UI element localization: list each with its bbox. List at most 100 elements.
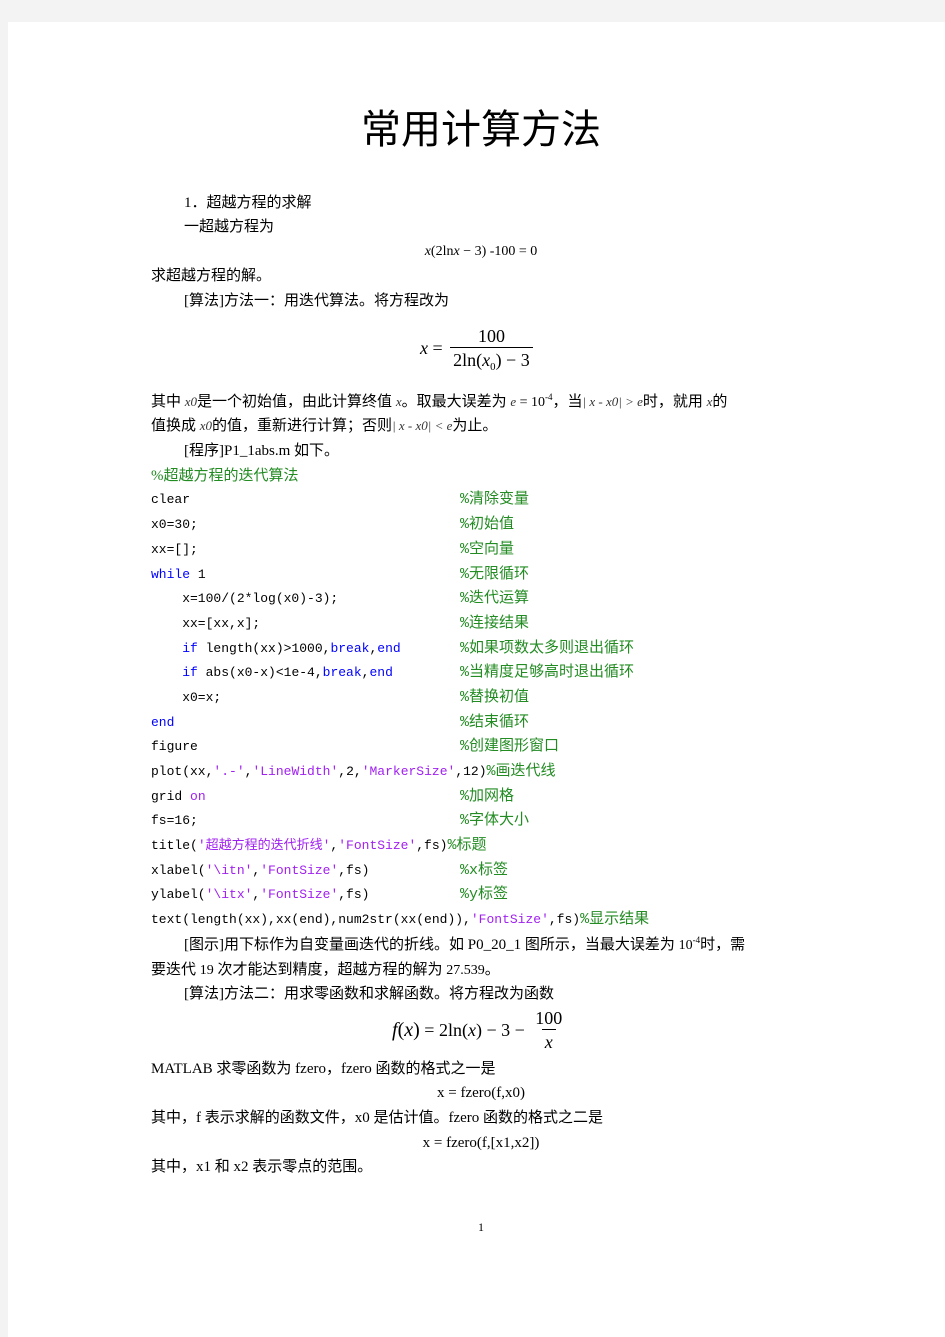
method1-intro: [算法]方法一：用迭代算法。将方程改为 bbox=[184, 293, 449, 310]
keyword-token: end bbox=[377, 640, 401, 656]
string-token: on bbox=[190, 788, 206, 804]
fraction-denominator: 2ln(x0) − 3 bbox=[450, 346, 533, 372]
superscript: -4 bbox=[545, 391, 553, 402]
text-run: ) − 3 − bbox=[475, 1019, 530, 1040]
fzero-syntax-1: x = fzero(f,x0) bbox=[436, 1085, 525, 1102]
math-variable: x bbox=[420, 337, 428, 358]
text-run: (2ln bbox=[430, 244, 454, 260]
text-run: 2ln( bbox=[453, 349, 483, 370]
string-token: '\itn' bbox=[205, 862, 253, 878]
text-run: ，当 bbox=[552, 393, 583, 410]
fraction: 100 2ln(x0) − 3 bbox=[450, 325, 533, 372]
code-token: figure bbox=[151, 739, 198, 755]
code-token: clear bbox=[151, 492, 191, 508]
section-heading: 1．超越方程的求解 bbox=[184, 194, 312, 211]
inline-math: x0 bbox=[184, 393, 198, 409]
code-comment: %加网格 bbox=[460, 787, 515, 805]
string-token: 'FontSize' bbox=[338, 838, 417, 854]
string-token: 'MarkerSize' bbox=[361, 764, 456, 779]
string-token: '超越方程的迭代折线' bbox=[197, 838, 331, 854]
code-comment: %初始值 bbox=[460, 516, 515, 534]
text-run: 的 bbox=[712, 393, 728, 410]
code-comment: %空向量 bbox=[460, 540, 515, 558]
code-line: ylabel('\itx','FontSize',fs) %y标签 bbox=[151, 883, 811, 908]
keyword-token: break bbox=[330, 640, 370, 656]
document-title: 常用计算方法 bbox=[361, 107, 601, 152]
inline-math: x0 bbox=[199, 418, 213, 434]
code-line: clear %清除变量 bbox=[151, 488, 811, 513]
fzero-note: 其中，f 表示求解的函数文件，x0 是估计值。fzero 函数的格式之二是 bbox=[151, 1110, 604, 1127]
code-token: title( bbox=[151, 838, 198, 854]
code-token: xx=[xx,x]; bbox=[151, 615, 261, 631]
string-token: '\itx' bbox=[205, 887, 253, 903]
code-comment: %替换初值 bbox=[460, 688, 530, 706]
code-comment: %字体大小 bbox=[460, 812, 530, 830]
code-line: title('超越方程的迭代折线','FontSize',fs)%标题 bbox=[151, 834, 811, 859]
code-line: x=100/(2*log(x0)-3); %迭代运算 bbox=[151, 587, 811, 612]
text-run: [图示]用下标作为自变量画迭代的折线。如 P0_20_1 图所示，当最大误差为 bbox=[184, 937, 679, 954]
code-token: ylabel( bbox=[151, 887, 206, 903]
text-run: 2ln( bbox=[438, 1019, 468, 1040]
code-token: 1 bbox=[190, 566, 206, 582]
string-token: 'FontSize' bbox=[470, 912, 549, 928]
code-token: ,2, bbox=[338, 764, 362, 779]
number: 27.539 bbox=[446, 962, 485, 978]
code-token: xlabel( bbox=[151, 862, 206, 878]
code-header-comment: %超越方程的迭代算法 bbox=[151, 467, 299, 484]
math-variable: x bbox=[404, 1018, 414, 1041]
keyword-token: break bbox=[322, 665, 362, 681]
text-run: 。 bbox=[484, 961, 500, 978]
code-comment: %画迭代线 bbox=[486, 763, 556, 780]
keyword-token: end bbox=[151, 714, 175, 730]
figure-note-line: 要迭代 19 次才能达到精度，超越方程的解为 27.539。 bbox=[151, 958, 500, 983]
code-line: grid on %加网格 bbox=[151, 785, 811, 810]
code-token: x0=30; bbox=[151, 517, 198, 533]
code-line: while 1 %无限循环 bbox=[151, 563, 811, 588]
fzero-syntax-2: x = fzero(f,[x1,x2]) bbox=[422, 1134, 540, 1151]
task-statement: 求超越方程的解。 bbox=[151, 268, 272, 285]
code-comment: %无限循环 bbox=[460, 565, 530, 583]
text-run: 其中 bbox=[151, 393, 185, 410]
text-run: 的值，重新进行计算；否则 bbox=[212, 418, 393, 435]
fzero-intro: MATLAB 求零函数为 fzero，fzero 函数的格式之一是 bbox=[151, 1060, 496, 1077]
code-token: ,fs) bbox=[416, 838, 448, 854]
code-comment: %x标签 bbox=[460, 861, 509, 879]
page-number: 1 bbox=[478, 1220, 484, 1234]
text-run: 时，需 bbox=[700, 937, 746, 954]
code-comment: %清除变量 bbox=[460, 491, 530, 509]
text-run: ) bbox=[413, 1018, 420, 1041]
code-comment: %当精度足够高时退出循环 bbox=[460, 664, 635, 682]
number: 10 bbox=[678, 938, 693, 954]
method2-intro: [算法]方法二：用求零函数和求解函数。将方程改为函数 bbox=[184, 986, 554, 1003]
fraction-numerator: 100 bbox=[477, 325, 505, 346]
code-comment: %y标签 bbox=[460, 886, 509, 904]
code-token: x0=x; bbox=[151, 689, 222, 705]
code-line: if length(xx)>1000,break,end %如果项数太多则退出循环 bbox=[151, 637, 811, 662]
text-run: 值换成 bbox=[151, 418, 200, 435]
keyword-token: while bbox=[151, 566, 191, 582]
code-line: xx=[xx,x]; %连接结果 bbox=[151, 612, 811, 637]
section-intro: 一超越方程为 bbox=[184, 219, 275, 236]
formula-lhs: x bbox=[420, 338, 428, 359]
formula-rhs: 2ln(x) − 3 − bbox=[439, 1020, 529, 1041]
explanation-line: 其中 x0是一个初始值，由此计算终值 x。取最大误差为 e = 10-4，当| … bbox=[151, 390, 727, 415]
code-token: text(length(xx),xx(end),num2str(xx(end))… bbox=[151, 912, 471, 928]
code-token: ,fs) bbox=[548, 912, 581, 928]
keyword-token: if bbox=[182, 640, 198, 656]
fraction-denominator: x bbox=[541, 1028, 556, 1054]
figure-note-line: [图示]用下标作为自变量画迭代的折线。如 P0_20_1 图所示，当最大误差为 … bbox=[184, 933, 745, 958]
text-run: 次才能达到精度，超越方程的解为 bbox=[213, 961, 447, 978]
code-token: ,fs) bbox=[338, 887, 370, 903]
formula-equals: = bbox=[419, 1019, 439, 1040]
code-token: x=100/(2*log(x0)-3); bbox=[151, 591, 339, 607]
code-token: grid bbox=[151, 788, 191, 804]
code-token: abs(x0-x)<1e-4, bbox=[197, 665, 323, 681]
code-listing: clear %清除变量 x0=30; %初始值 xx=[]; %空向量 while 1 %无限… bbox=[151, 488, 811, 932]
string-token: 'FontSize' bbox=[260, 862, 339, 878]
superscript: -4 bbox=[692, 935, 701, 946]
code-comment: %标题 bbox=[447, 837, 487, 855]
code-comment: %如果项数太多则退出循环 bbox=[460, 639, 635, 657]
text-run: 为止。 bbox=[452, 418, 498, 435]
code-line: fs=16; %字体大小 bbox=[151, 809, 811, 834]
